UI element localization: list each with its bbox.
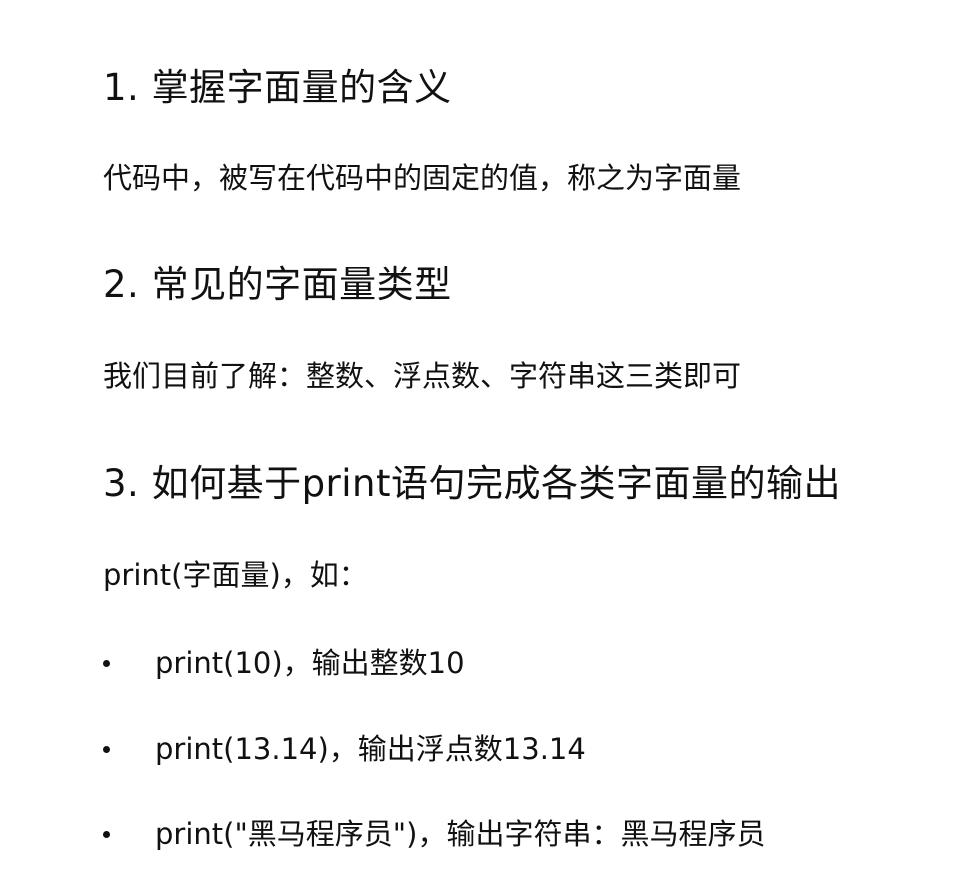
- list-item-text: print(13.14)，输出浮点数13.14: [155, 731, 586, 766]
- section-2-body: 我们目前了解：整数、浮点数、字符串这三类即可: [103, 359, 742, 393]
- list-item-text: print("黑马程序员")，输出字符串：黑马程序员: [155, 816, 766, 851]
- list-item: print("黑马程序员")，输出字符串：黑马程序员: [100, 814, 860, 854]
- section-1-body: 代码中，被写在代码中的固定的值，称之为字面量: [103, 161, 742, 195]
- section-1-heading: 1. 掌握字面量的含义: [103, 66, 452, 109]
- list-item-text: print(10)，输出整数10: [155, 645, 465, 680]
- bullet-icon: [103, 659, 110, 667]
- list-item: print(10)，输出整数10: [100, 643, 860, 683]
- document-page: { "sections": [ { "heading": "1. 掌握字面量的含…: [0, 0, 978, 872]
- list-item: print(13.14)，输出浮点数13.14: [100, 729, 860, 769]
- section-3-heading: 3. 如何基于print语句完成各类字面量的输出: [103, 462, 841, 505]
- section-2-heading: 2. 常见的字面量类型: [103, 263, 452, 306]
- section-3-body: print(字面量)，如：: [103, 558, 368, 592]
- bullet-icon: [103, 745, 110, 753]
- bullet-icon: [103, 830, 110, 838]
